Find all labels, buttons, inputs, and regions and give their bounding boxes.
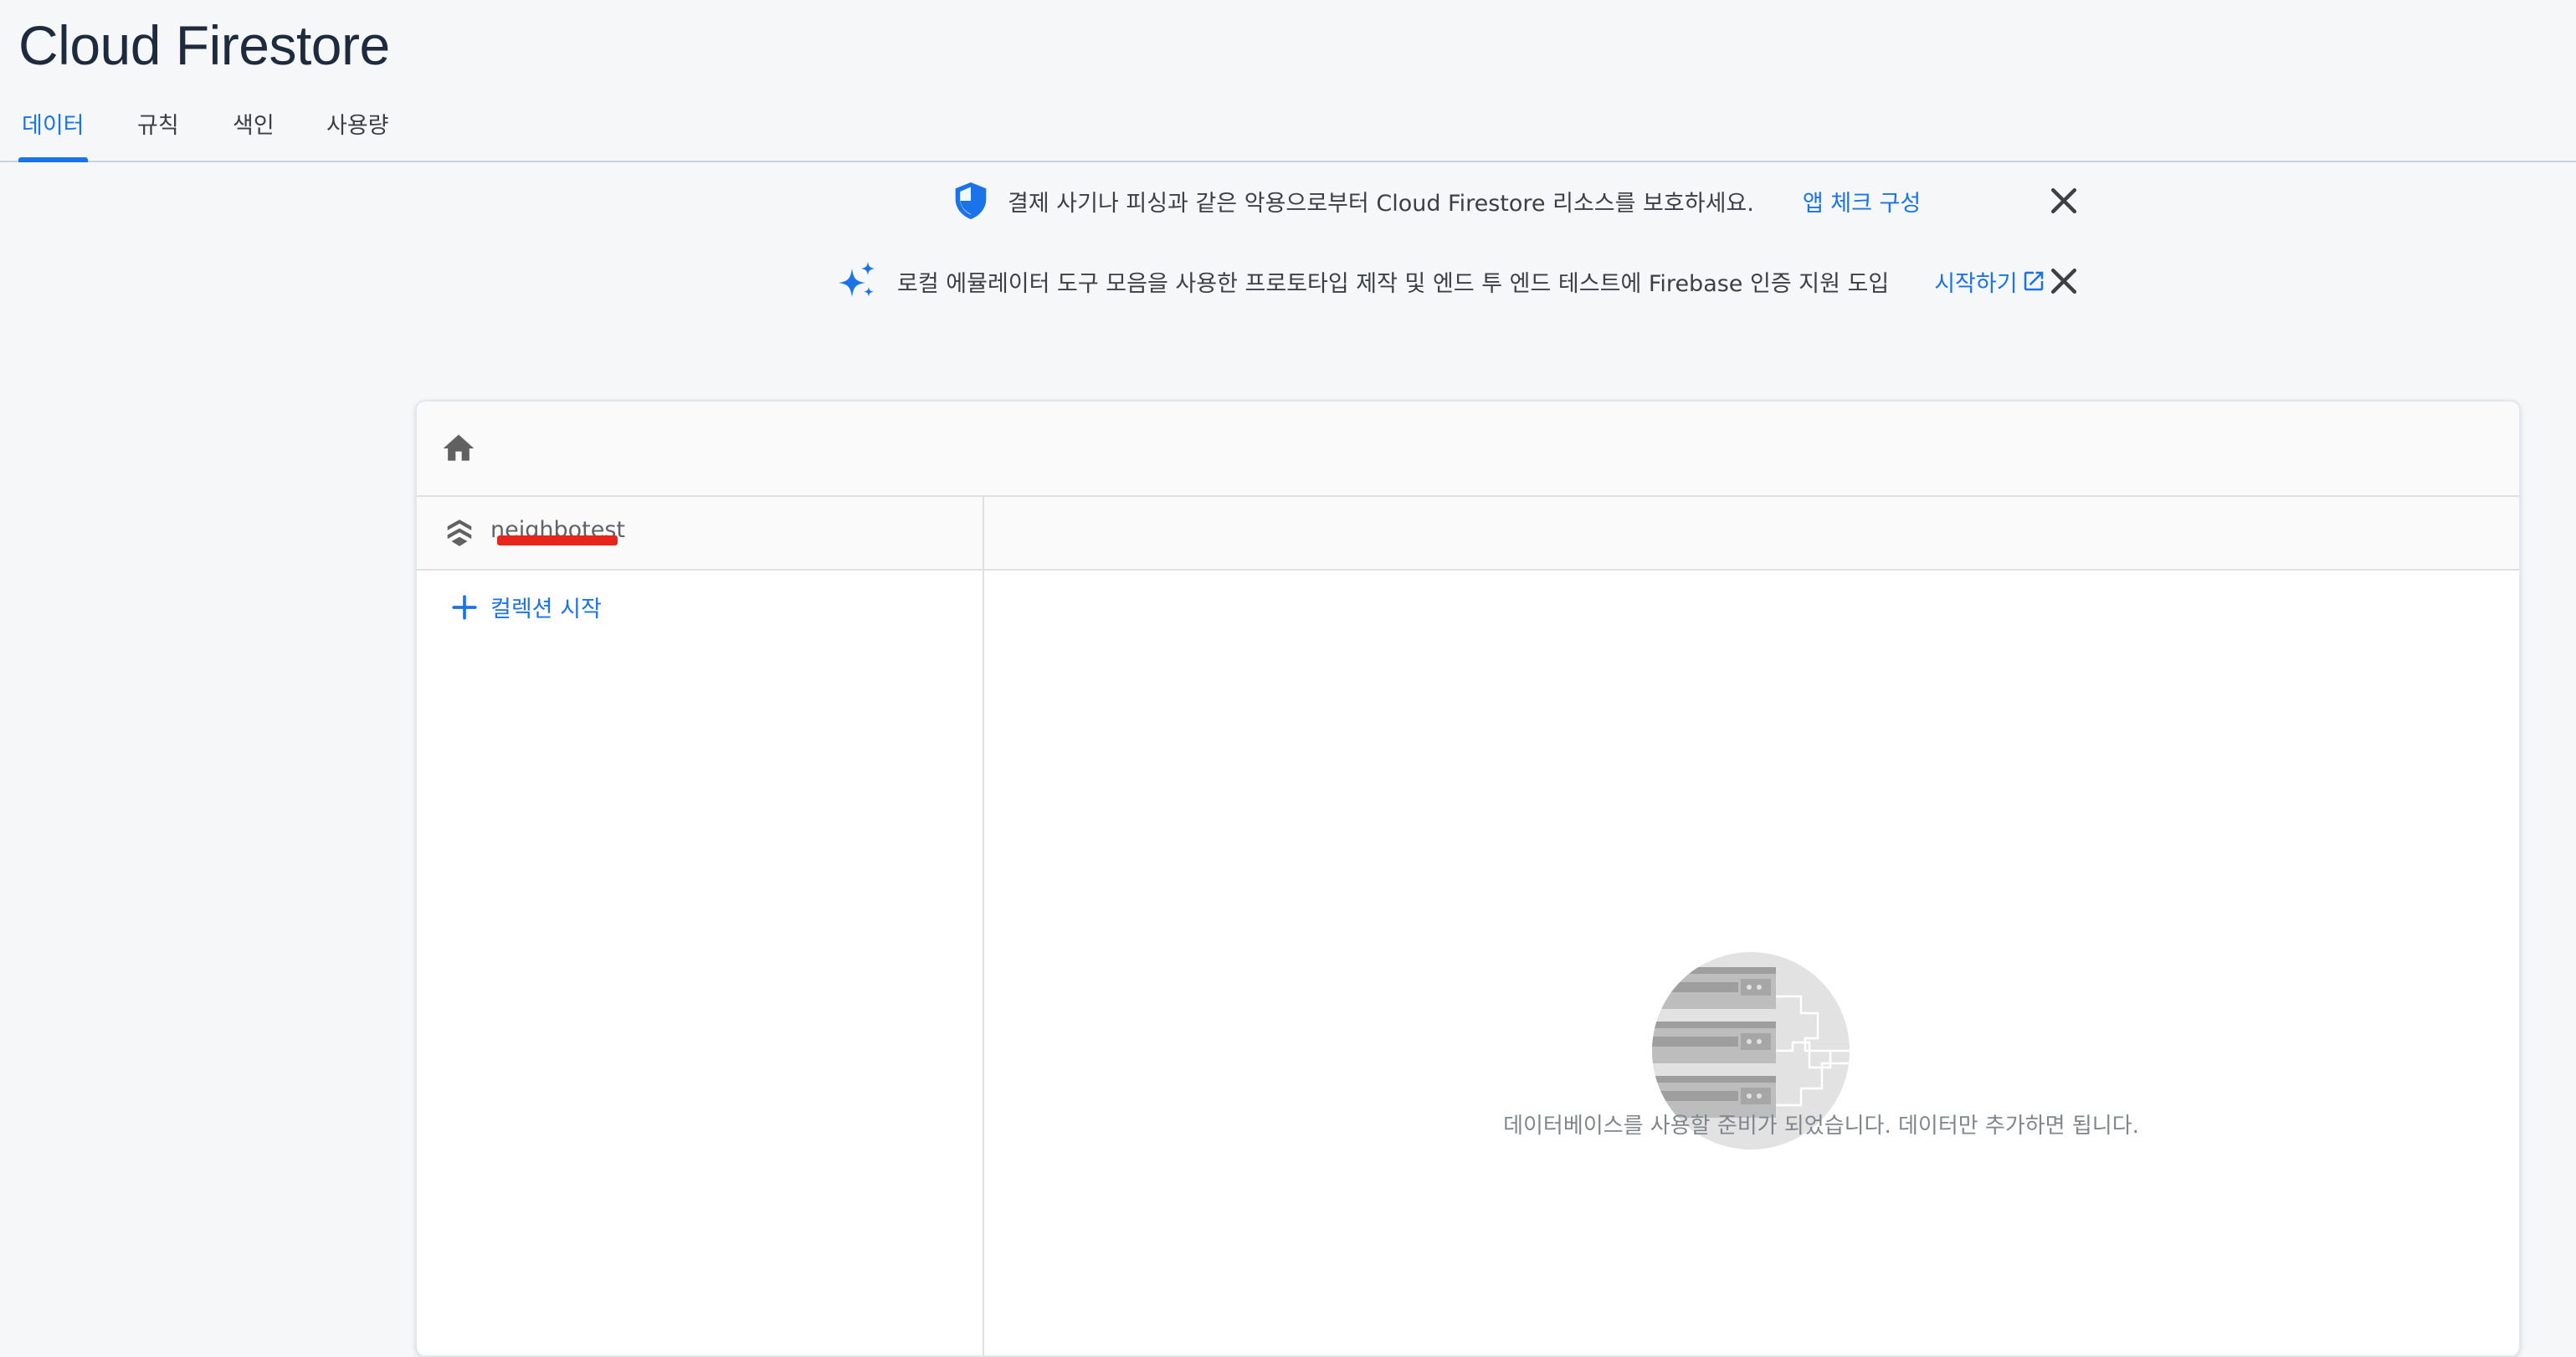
breadcrumb bbox=[417, 402, 2519, 497]
tab-usage[interactable]: 사용량 bbox=[323, 110, 393, 159]
tab-rules[interactable]: 규칙 bbox=[134, 110, 182, 159]
tab-data[interactable]: 데이터 bbox=[18, 110, 88, 162]
get-started-link[interactable]: 시작하기 bbox=[1934, 265, 2045, 298]
start-collection-button[interactable]: 컬렉션 시작 bbox=[450, 591, 602, 623]
data-panel: neighbotest 컬렉션 시작 bbox=[415, 400, 2521, 1357]
page-title: Cloud Firestore bbox=[18, 14, 390, 76]
plus-icon bbox=[452, 594, 477, 620]
empty-state-text: 데이터베이스를 사용할 준비가 되었습니다. 데이터만 추가하면 됩니다. bbox=[1503, 1114, 2139, 1139]
app-check-config-link[interactable]: 앱 체크 구성 bbox=[1803, 185, 1921, 218]
shield-icon bbox=[955, 182, 987, 219]
home-icon[interactable] bbox=[440, 430, 477, 467]
app-check-banner: 결제 사기나 피싱과 같은 악용으로부터 Cloud Firestore 리소스… bbox=[952, 176, 1921, 226]
root-column: neighbotest 컬렉션 시작 bbox=[417, 497, 984, 1355]
banner-message: 로컬 에뮬레이터 도구 모음을 사용한 프로토타입 제작 및 엔드 투 엔드 테… bbox=[897, 270, 1890, 297]
get-started-label: 시작하기 bbox=[1934, 270, 2018, 297]
document-column bbox=[984, 497, 2519, 1355]
close-icon[interactable] bbox=[2045, 182, 2082, 219]
banner-message: 결제 사기나 피싱과 같은 악용으로부터 Cloud Firestore 리소스… bbox=[1008, 190, 1754, 217]
empty-state-message: 데이터베이스를 사용할 준비가 되었습니다. 데이터만 추가하면 됩니다. bbox=[983, 1109, 2576, 1139]
open-in-new-icon bbox=[2024, 271, 2043, 291]
document-header bbox=[984, 497, 2519, 571]
tab-bar: 데이터 규칙 색인 사용량 bbox=[0, 100, 2576, 162]
sparkle-icon bbox=[839, 262, 875, 297]
emulator-banner: 로컬 에뮬레이터 도구 모음을 사용한 프로토타입 제작 및 엔드 투 엔드 테… bbox=[837, 256, 2046, 306]
tab-indexes[interactable]: 색인 bbox=[229, 110, 278, 159]
close-icon[interactable] bbox=[2045, 263, 2082, 300]
start-collection-label: 컬렉션 시작 bbox=[490, 597, 602, 622]
database-icon bbox=[447, 520, 472, 546]
redaction-mark bbox=[497, 535, 618, 545]
database-header: neighbotest bbox=[417, 497, 983, 571]
